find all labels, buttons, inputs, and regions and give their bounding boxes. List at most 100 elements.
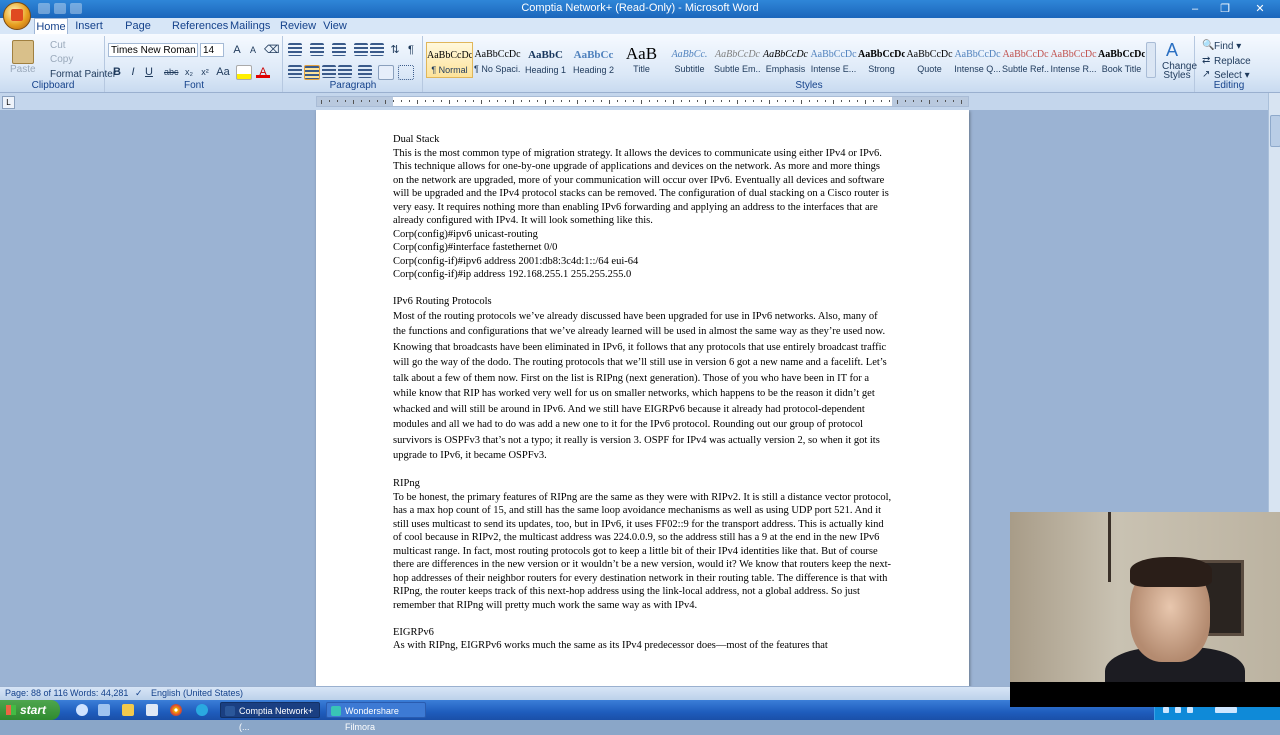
paragraph-ripng[interactable]: To be honest, the primary features of RI… — [393, 491, 893, 613]
multilevel-list-icon[interactable] — [332, 43, 346, 56]
start-button[interactable]: start — [0, 700, 60, 720]
cut-button[interactable]: Cut — [50, 40, 66, 51]
sort-icon[interactable]: ⇅ — [388, 43, 402, 57]
style-item[interactable]: AaBbCcDc Emphasis — [762, 42, 809, 78]
restore-button[interactable]: ❐ — [1210, 0, 1240, 18]
close-button[interactable]: ✕ — [1240, 0, 1280, 18]
heading-dual-stack[interactable]: Dual Stack — [393, 133, 893, 147]
style-item[interactable]: AaBbCcDc Strong — [858, 42, 905, 78]
horizontal-ruler[interactable] — [316, 96, 969, 107]
tray-icon[interactable] — [1187, 707, 1193, 713]
tab-view[interactable]: View — [322, 18, 348, 34]
copy-button[interactable]: Copy — [50, 54, 73, 65]
heading-eigrpv6[interactable]: EIGRPv6 — [393, 626, 893, 640]
tab-references[interactable]: References — [172, 18, 228, 34]
change-styles-button[interactable]: Change Styles — [1162, 62, 1197, 81]
find-icon[interactable]: 🔍 — [1202, 40, 1214, 51]
font-size-select[interactable]: 14 — [200, 43, 224, 57]
grow-font-icon[interactable]: A — [230, 43, 244, 57]
strikethrough-icon[interactable]: abc — [164, 65, 179, 79]
align-left-icon[interactable] — [288, 65, 302, 78]
task-view-icon[interactable] — [98, 704, 110, 716]
align-center-icon[interactable] — [304, 65, 320, 80]
document-page[interactable]: Dual Stack This is the most common type … — [316, 110, 969, 686]
shrink-font-icon[interactable]: A — [246, 43, 260, 57]
paragraph-dual-stack[interactable]: This is the most common type of migratio… — [393, 147, 893, 228]
tab-insert[interactable]: Insert — [72, 18, 106, 34]
decrease-indent-icon[interactable] — [354, 43, 368, 56]
code-line[interactable]: Corp(config)#interface fastethernet 0/0 — [393, 241, 893, 255]
paste-icon[interactable] — [12, 40, 34, 64]
highlight-icon[interactable] — [236, 65, 252, 80]
increase-indent-icon[interactable] — [370, 43, 384, 56]
style-item[interactable]: AaB Title — [618, 42, 665, 78]
styles-scroll-icon[interactable] — [1146, 42, 1156, 78]
align-right-icon[interactable] — [322, 65, 336, 78]
change-case-icon[interactable]: Aa — [216, 65, 230, 79]
page-count[interactable]: Page: 88 of 116 — [5, 688, 68, 698]
superscript-icon[interactable]: x² — [198, 65, 212, 79]
code-line[interactable]: Corp(config)#ipv6 unicast-routing — [393, 228, 893, 242]
find-button[interactable]: Find ▾ — [1214, 41, 1241, 52]
minimize-button[interactable]: – — [1180, 0, 1210, 18]
store-icon[interactable] — [146, 704, 158, 716]
bold-icon[interactable]: B — [110, 65, 124, 79]
style-item[interactable]: AaBbCcDc Intense E... — [810, 42, 857, 78]
heading-ripng[interactable]: RIPng — [393, 477, 893, 491]
font-name-select[interactable]: Times New Roman — [108, 43, 198, 57]
tab-home[interactable]: Home — [34, 18, 68, 35]
paragraph-ipv6-routing[interactable]: Most of the routing protocols we’ve alre… — [393, 309, 893, 464]
edge-icon[interactable] — [196, 704, 208, 716]
italic-icon[interactable]: I — [126, 65, 140, 79]
numbering-icon[interactable] — [310, 43, 324, 56]
chrome-icon[interactable] — [170, 704, 182, 716]
underline-icon[interactable]: U — [142, 65, 156, 79]
style-item[interactable]: AaBbCcDc ¶ Normal — [426, 42, 473, 78]
style-item[interactable]: AaBbCc. Subtitle — [666, 42, 713, 78]
tab-selector-icon[interactable]: L — [2, 96, 15, 109]
tab-review[interactable]: Review — [280, 18, 316, 34]
style-item[interactable]: AaBbCcDc Intense R... — [1050, 42, 1097, 78]
style-item[interactable]: AaBbCcDc Quote — [906, 42, 953, 78]
search-icon[interactable] — [76, 704, 88, 716]
word-count[interactable]: Words: 44,281 — [70, 688, 128, 698]
clear-format-icon[interactable]: ⌫ — [264, 43, 280, 57]
style-item[interactable]: AaBbCc Heading 2 — [570, 42, 617, 78]
change-styles-icon[interactable]: A — [1166, 40, 1178, 61]
tray-icon[interactable] — [1163, 707, 1169, 713]
language-indicator[interactable]: English (United States) — [151, 688, 243, 698]
shading-icon[interactable] — [378, 65, 394, 80]
document-text[interactable]: Dual Stack This is the most common type … — [393, 133, 893, 653]
style-item[interactable]: AaBbCcDc ¶ No Spaci... — [474, 42, 521, 78]
redo-icon[interactable] — [70, 3, 82, 14]
justify-icon[interactable] — [338, 65, 352, 78]
font-color-icon[interactable]: A — [256, 65, 270, 78]
style-item[interactable]: AaBbCcDc Intense Q... — [954, 42, 1001, 78]
office-button[interactable] — [3, 2, 31, 30]
tab-page-layout[interactable]: Page Layout — [112, 18, 164, 48]
clock-icon[interactable] — [1215, 707, 1237, 713]
tray-icon[interactable] — [1175, 707, 1181, 713]
subscript-icon[interactable]: x₂ — [182, 65, 196, 79]
style-item[interactable]: AaBbCcDc Subtle Ref... — [1002, 42, 1049, 78]
select-icon[interactable]: ↗ — [1202, 69, 1210, 80]
taskbar-item-word[interactable]: Comptia Network+ (... — [220, 702, 320, 732]
code-line[interactable]: Corp(config-if)#ipv6 address 2001:db8:3c… — [393, 255, 893, 269]
paste-button[interactable]: Paste — [10, 64, 36, 75]
line-spacing-icon[interactable] — [358, 65, 372, 78]
borders-icon[interactable] — [398, 65, 414, 80]
bullets-icon[interactable] — [288, 43, 302, 56]
replace-icon[interactable]: ⇄ — [1202, 55, 1210, 66]
paragraph-eigrpv6[interactable]: As with RIPng, EIGRPv6 works much the sa… — [393, 639, 893, 653]
heading-ipv6-routing[interactable]: IPv6 Routing Protocols — [393, 295, 893, 309]
save-icon[interactable] — [38, 3, 50, 14]
style-item[interactable]: AaBbCcDc Book Title — [1098, 42, 1145, 78]
code-line[interactable]: Corp(config-if)#ip address 192.168.255.1… — [393, 268, 893, 282]
taskbar-item-filmora[interactable]: Wondershare Filmora — [326, 702, 426, 732]
tab-mailings[interactable]: Mailings — [230, 18, 270, 34]
replace-button[interactable]: Replace — [1214, 56, 1251, 67]
style-item[interactable]: AaBbCcDc Subtle Em... — [714, 42, 761, 78]
style-item[interactable]: AaBbC Heading 1 — [522, 42, 569, 78]
file-explorer-icon[interactable] — [122, 704, 134, 716]
spellcheck-icon[interactable]: ✓ — [135, 688, 143, 699]
